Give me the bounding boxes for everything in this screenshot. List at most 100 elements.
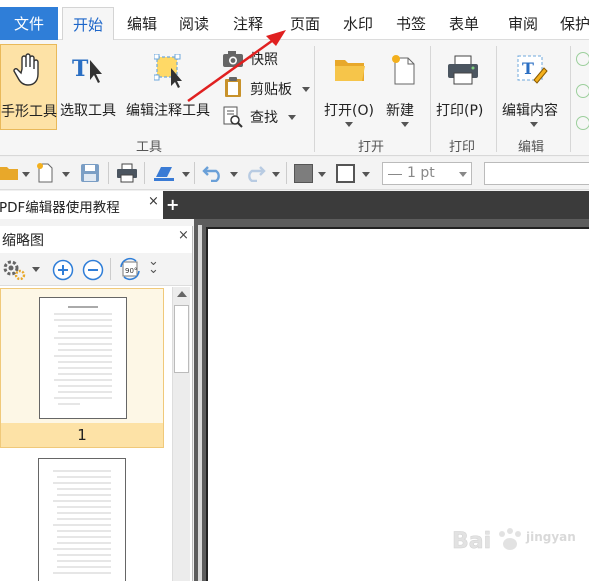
fill-color-swatch[interactable] <box>294 164 313 183</box>
line-width-sample <box>388 174 402 175</box>
toolbar-separator <box>144 162 145 184</box>
ribbon-separator <box>570 46 571 152</box>
line-width-value: 1 pt <box>407 165 435 181</box>
view-edge <box>198 225 202 581</box>
watermark-text: jingyan <box>526 530 576 544</box>
rotate-90-icon[interactable]: 90° <box>118 257 142 281</box>
menu-protect[interactable]: 保护 <box>560 7 589 40</box>
page-number: 1 <box>77 426 87 444</box>
toolbar-separator <box>194 162 195 184</box>
svg-text:90°: 90° <box>125 267 137 275</box>
select-tool-button[interactable]: T 选取工具 <box>58 44 122 130</box>
page-content-lines <box>53 470 111 574</box>
gear-dropdown-icon[interactable] <box>32 267 40 272</box>
print-group-label: 打印 <box>449 140 476 155</box>
menu-comment[interactable]: 注释 <box>224 7 272 40</box>
camera-icon <box>223 51 243 67</box>
find-button[interactable]: 查找 <box>222 104 302 128</box>
redo-icon[interactable] <box>244 164 266 182</box>
highlight-dropdown-icon[interactable] <box>182 172 190 177</box>
undo-dropdown-icon[interactable] <box>230 172 238 177</box>
thumbnail-scrollbar[interactable] <box>172 287 190 581</box>
menu-edit[interactable]: 编辑 <box>118 7 166 40</box>
open-dropdown-icon <box>345 122 353 127</box>
clipboard-button[interactable]: 剪贴板 <box>222 76 312 98</box>
watermark-label: Baidu经验 <box>450 520 451 521</box>
thumbnail-toolbar: 90° ⌄ ⌄ <box>0 253 192 286</box>
close-tab-icon[interactable]: × <box>148 194 159 209</box>
edit-annotation-tool-label: 编辑注释工具 <box>126 103 210 119</box>
border-color-swatch[interactable] <box>336 164 355 183</box>
new-file-icon[interactable] <box>36 162 54 184</box>
svg-text:T: T <box>522 59 534 78</box>
line-width-select[interactable]: 1 pt <box>382 162 472 185</box>
edit-group-label: 编辑 <box>518 140 545 155</box>
snapshot-label: 快照 <box>250 52 278 68</box>
more-options-icon[interactable]: ⌄ ⌄ <box>148 255 159 276</box>
printer-icon <box>448 55 478 85</box>
extra-tool-icon[interactable] <box>576 84 589 98</box>
extra-tool-icon[interactable] <box>576 116 589 130</box>
ribbon-separator <box>430 46 431 152</box>
menu-bar: 文件 开始 编辑 阅读 注释 页面 水印 书签 表单 审阅 保护 <box>0 0 589 41</box>
print-button[interactable]: 打印(P) <box>434 44 494 130</box>
menu-bookmark[interactable]: 书签 <box>387 7 435 40</box>
open-folder-icon[interactable] <box>0 165 18 181</box>
open-button[interactable]: 打开(O) <box>320 44 378 130</box>
hand-tool-button[interactable]: 手形工具 <box>0 44 57 130</box>
page-content-lines <box>54 306 112 405</box>
document-tab-strip: PDF编辑器使用教程 × + <box>0 191 589 219</box>
scrollbar-thumb[interactable] <box>174 305 189 373</box>
document-tab[interactable]: PDF编辑器使用教程 × <box>0 191 163 219</box>
find-label: 查找 <box>250 110 278 126</box>
menu-file[interactable]: 文件 <box>0 7 58 40</box>
extra-tool-icon[interactable] <box>576 52 589 66</box>
zoom-out-icon[interactable] <box>82 259 104 281</box>
save-icon[interactable] <box>80 163 100 183</box>
menu-form[interactable]: 表单 <box>440 7 488 40</box>
print-icon[interactable] <box>116 163 138 183</box>
zoom-in-icon[interactable] <box>52 259 74 281</box>
page-2-preview <box>38 458 126 581</box>
menu-watermark[interactable]: 水印 <box>334 7 382 40</box>
document-tab-title: PDF编辑器使用教程 <box>0 200 120 216</box>
toolbar-separator <box>110 258 111 280</box>
scroll-up-icon[interactable] <box>177 291 187 297</box>
undo-icon[interactable] <box>202 164 224 182</box>
gear-icon[interactable] <box>2 259 26 281</box>
menu-review[interactable]: 审阅 <box>499 7 547 40</box>
fill-color-dropdown-icon[interactable] <box>318 172 326 177</box>
page-number-bar: 1 <box>1 423 163 447</box>
ribbon-separator <box>496 46 497 152</box>
highlight-icon[interactable] <box>152 165 176 181</box>
edit-annotation-tool-button[interactable]: 编辑注释工具 <box>124 44 218 130</box>
edit-content-button[interactable]: T 编辑内容 <box>500 44 568 130</box>
ribbon-separator <box>314 46 315 152</box>
open-label: 打开(O) <box>324 103 374 119</box>
close-panel-icon[interactable]: × <box>178 228 189 243</box>
clipboard-icon <box>225 77 241 97</box>
page-1-preview <box>39 297 127 419</box>
baidu-watermark: Bai jingyan Baidu经验 <box>450 520 580 560</box>
border-color-dropdown-icon[interactable] <box>362 172 370 177</box>
print-label: 打印(P) <box>436 103 484 119</box>
folder-icon <box>335 60 365 81</box>
svg-text:T: T <box>72 56 89 82</box>
new-label: 新建 <box>386 103 414 119</box>
new-dropdown-icon[interactable] <box>62 172 70 177</box>
line-width-dropdown-icon <box>459 172 467 177</box>
open-dropdown-icon[interactable] <box>22 172 30 177</box>
new-document-icon <box>392 55 415 85</box>
menu-page[interactable]: 页面 <box>281 7 329 40</box>
menu-read[interactable]: 阅读 <box>170 7 218 40</box>
redo-dropdown-icon[interactable] <box>272 172 280 177</box>
find-icon <box>223 106 243 128</box>
thumbnail-page-1[interactable]: 1 <box>0 288 164 448</box>
add-tab-icon[interactable]: + <box>166 195 179 214</box>
snapshot-button[interactable]: 快照 <box>222 48 288 70</box>
font-select[interactable] <box>484 162 589 185</box>
new-button[interactable]: 新建 <box>382 44 428 130</box>
menu-home[interactable]: 开始 <box>62 7 114 41</box>
new-dropdown-icon <box>401 122 409 127</box>
thumbnail-page-2[interactable] <box>0 452 164 581</box>
